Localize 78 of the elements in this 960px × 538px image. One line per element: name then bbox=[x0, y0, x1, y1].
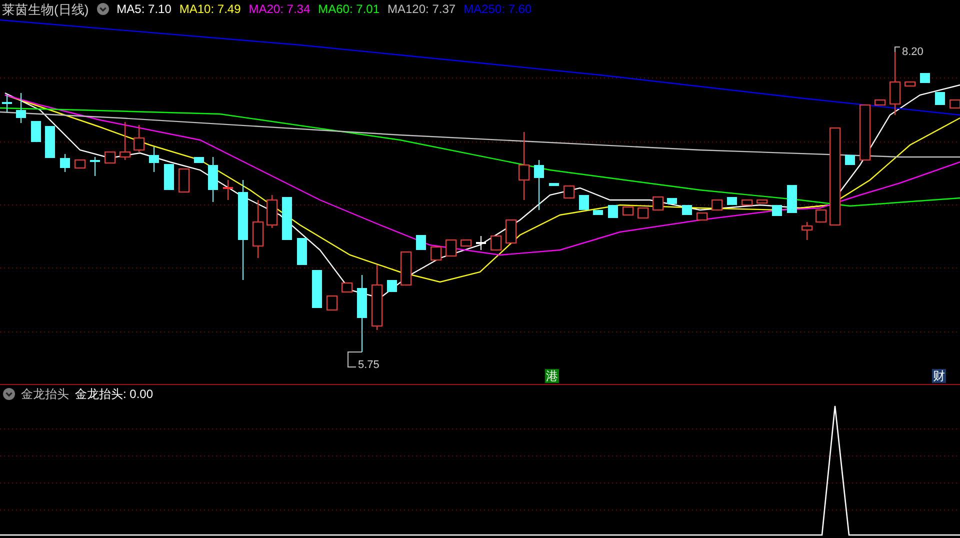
candlestick bbox=[120, 122, 130, 160]
candlestick bbox=[400, 252, 412, 286]
candlestick bbox=[266, 194, 278, 228]
candlestick bbox=[756, 200, 768, 204]
candlestick bbox=[920, 72, 930, 84]
candlestick bbox=[935, 92, 945, 106]
candlestick bbox=[787, 184, 797, 214]
candlestick bbox=[252, 200, 264, 258]
candlestick bbox=[45, 126, 55, 158]
candlestick bbox=[549, 182, 559, 186]
dropdown-chevron-icon[interactable] bbox=[3, 388, 15, 400]
candlestick bbox=[742, 200, 752, 206]
candlestick bbox=[416, 234, 426, 250]
moving-average-legend: MA10: 7.49 bbox=[179, 3, 241, 15]
moving-average-legend: MA5: 7.10 bbox=[116, 3, 172, 15]
candlestick bbox=[518, 132, 530, 200]
candlestick bbox=[297, 238, 307, 266]
event-badge[interactable]: 财 bbox=[932, 369, 946, 383]
candlestick bbox=[890, 52, 900, 116]
candlestick bbox=[476, 236, 486, 250]
candlestick bbox=[904, 82, 916, 86]
candlestick bbox=[208, 156, 218, 202]
candlestick bbox=[772, 204, 782, 216]
dropdown-chevron-icon[interactable] bbox=[96, 3, 109, 15]
candlestick bbox=[372, 264, 382, 330]
candlestick bbox=[652, 196, 664, 210]
candlestick bbox=[60, 154, 70, 172]
candlestick bbox=[816, 210, 826, 222]
leader-line bbox=[894, 46, 900, 52]
candlestick bbox=[950, 100, 960, 108]
candlestick bbox=[638, 208, 648, 218]
price-marker: 5.75 bbox=[358, 360, 380, 371]
candlestick bbox=[74, 160, 86, 168]
candlestick bbox=[860, 104, 870, 160]
candlestick bbox=[223, 180, 233, 200]
moving-average-legend: MA250: 7.60 bbox=[464, 3, 532, 15]
indicator-name: 金龙抬头 bbox=[21, 388, 69, 400]
chart-title: 莱茵生物(日线) bbox=[2, 2, 89, 16]
candlestick bbox=[164, 164, 174, 190]
candlestick bbox=[506, 220, 516, 244]
candlestick bbox=[802, 222, 812, 240]
indicator-reading: 金龙抬头: 0.00 bbox=[75, 388, 154, 400]
event-badge[interactable]: 港 bbox=[545, 369, 559, 383]
candlestick bbox=[326, 296, 338, 310]
candlestick bbox=[430, 246, 442, 260]
candlestick bbox=[460, 240, 472, 246]
candlestick bbox=[534, 160, 544, 210]
candlestick bbox=[134, 124, 144, 152]
candlestick bbox=[90, 156, 100, 176]
candlestick bbox=[446, 240, 456, 256]
candlestick bbox=[696, 212, 708, 220]
candlestick bbox=[579, 194, 589, 210]
candlestick bbox=[564, 186, 574, 198]
candlestick bbox=[312, 270, 322, 308]
moving-average-legend: MA120: 7.37 bbox=[388, 3, 456, 15]
candlestick bbox=[149, 146, 159, 172]
candlestick bbox=[194, 156, 204, 164]
candlestick bbox=[16, 92, 26, 124]
candlestick bbox=[31, 120, 41, 142]
moving-average-legend: MA60: 7.01 bbox=[318, 3, 380, 15]
candlestick bbox=[104, 152, 116, 164]
candlestick bbox=[593, 210, 603, 216]
candlestick bbox=[622, 206, 634, 216]
candlestick bbox=[608, 204, 618, 218]
candlestick bbox=[342, 282, 352, 292]
candlestick bbox=[874, 100, 886, 106]
candlestick bbox=[727, 196, 737, 206]
candlestick bbox=[682, 204, 692, 216]
candlestick bbox=[282, 196, 292, 240]
price-marker: 8.20 bbox=[902, 47, 924, 58]
candlestick bbox=[387, 280, 397, 292]
candlestick bbox=[667, 198, 677, 204]
candlestick bbox=[845, 154, 855, 166]
moving-average-legend: MA20: 7.34 bbox=[248, 3, 310, 15]
candlestick bbox=[2, 94, 12, 112]
candlestick bbox=[712, 200, 722, 210]
candlestick bbox=[490, 236, 502, 250]
candlestick bbox=[178, 168, 190, 192]
